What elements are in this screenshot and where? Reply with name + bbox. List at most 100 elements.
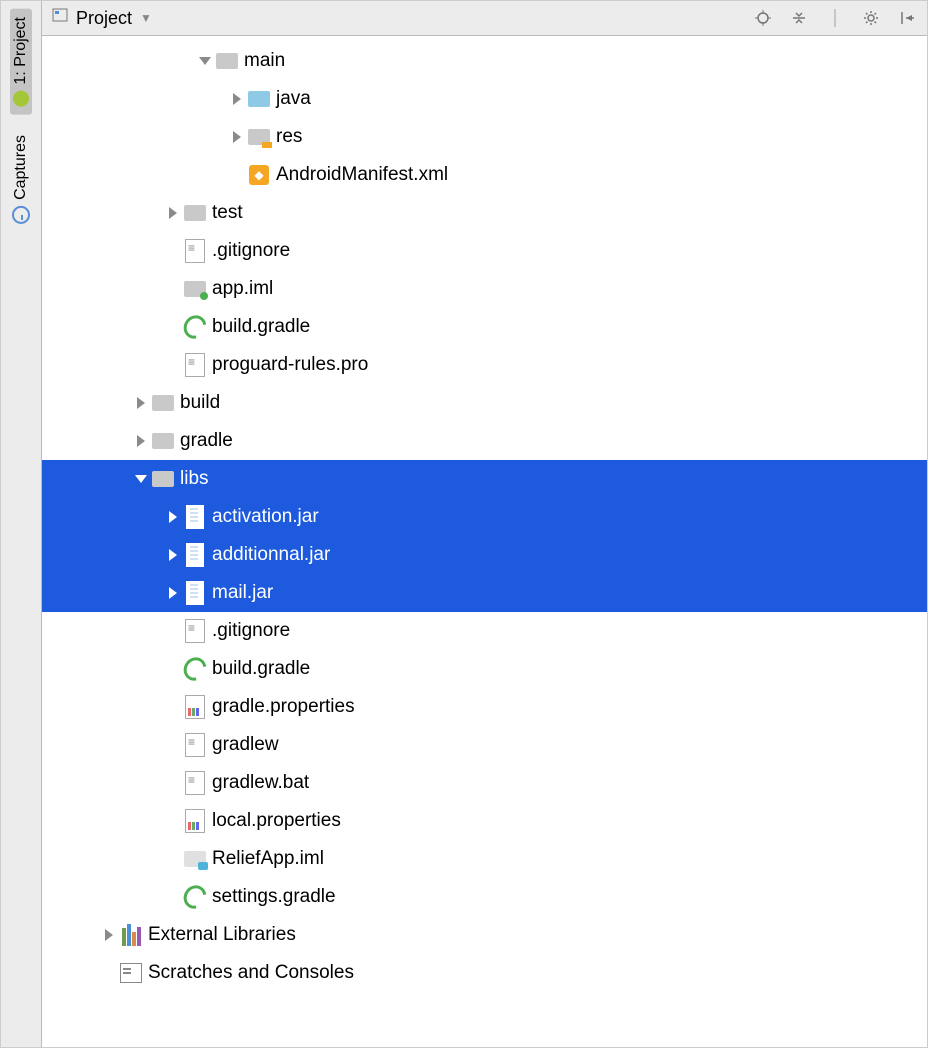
expand-toggle[interactable] [230, 93, 248, 105]
chevron-down-icon: ▼ [140, 11, 152, 25]
chevron-right-icon [137, 435, 145, 447]
expand-toggle[interactable] [102, 929, 120, 941]
tree-row[interactable]: app.iml [42, 270, 927, 308]
tree-row[interactable]: local.properties [42, 802, 927, 840]
tree-item-label: res [276, 126, 302, 148]
tree-item-label: settings.gradle [212, 886, 336, 908]
left-tool-tabs: 1: Project Captures [1, 1, 42, 1047]
side-tab-captures[interactable]: Captures [12, 129, 30, 230]
module-icon [184, 848, 206, 870]
tree-row[interactable]: External Libraries [42, 916, 927, 954]
tree-row[interactable]: settings.gradle [42, 878, 927, 916]
tree-item-label: test [212, 202, 243, 224]
tree-row[interactable]: ◆AndroidManifest.xml [42, 156, 927, 194]
tree-row[interactable]: gradle [42, 422, 927, 460]
tree-row[interactable]: test [42, 194, 927, 232]
tree-item-label: .gitignore [212, 620, 290, 642]
text-file-icon [184, 354, 206, 376]
tree-row[interactable]: java [42, 80, 927, 118]
text-file-icon [184, 734, 206, 756]
tree-row[interactable]: Scratches and Consoles [42, 954, 927, 992]
side-tab-project[interactable]: 1: Project [10, 9, 32, 115]
target-icon[interactable] [753, 8, 773, 28]
tree-row[interactable]: build.gradle [42, 650, 927, 688]
project-tree[interactable]: main java res ◆AndroidManifest.xml test .giti… [42, 36, 927, 1047]
folder-icon [248, 88, 270, 110]
ide-project-panel: 1: Project Captures Project ▼ | m [0, 0, 928, 1048]
text-file-icon [184, 772, 206, 794]
project-view-icon [52, 7, 68, 29]
panel-header-left[interactable]: Project ▼ [52, 7, 152, 29]
properties-file-icon [184, 696, 206, 718]
expand-toggle[interactable] [134, 397, 152, 409]
chevron-right-icon [169, 511, 177, 523]
chevron-right-icon [233, 131, 241, 143]
gradle-icon [184, 886, 206, 908]
tree-row[interactable]: mail.jar [42, 574, 927, 612]
android-studio-icon [13, 91, 29, 107]
divider: | [825, 8, 845, 28]
hide-icon[interactable] [897, 8, 917, 28]
expand-toggle[interactable] [166, 549, 184, 561]
tree-item-label: additionnal.jar [212, 544, 330, 566]
tree-item-label: AndroidManifest.xml [276, 164, 448, 186]
tree-row[interactable]: ReliefApp.iml [42, 840, 927, 878]
tree-row[interactable]: .gitignore [42, 612, 927, 650]
tree-row[interactable]: main [42, 42, 927, 80]
chevron-right-icon [105, 929, 113, 941]
expand-toggle[interactable] [134, 475, 152, 483]
panel-header-actions: | [753, 8, 917, 28]
tree-item-label: ReliefApp.iml [212, 848, 324, 870]
chevron-right-icon [137, 397, 145, 409]
tree-row[interactable]: gradlew [42, 726, 927, 764]
tree-item-label: gradle.properties [212, 696, 355, 718]
expand-toggle[interactable] [166, 511, 184, 523]
panel-header: Project ▼ | [42, 1, 927, 36]
tree-row[interactable]: libs [42, 460, 927, 498]
expand-toggle[interactable] [166, 587, 184, 599]
chevron-right-icon [169, 207, 177, 219]
tree-row[interactable]: build.gradle [42, 308, 927, 346]
external-libraries-icon [120, 924, 142, 946]
jar-file-icon [184, 582, 206, 604]
chevron-right-icon [233, 93, 241, 105]
tree-item-label: proguard-rules.pro [212, 354, 368, 376]
module-icon [184, 278, 206, 300]
tree-item-label: libs [180, 468, 209, 490]
gear-icon[interactable] [861, 8, 881, 28]
text-file-icon [184, 240, 206, 262]
tree-item-label: gradlew [212, 734, 279, 756]
tree-item-label: java [276, 88, 311, 110]
chevron-right-icon [169, 549, 177, 561]
expand-toggle[interactable] [134, 435, 152, 447]
scratches-icon [120, 962, 142, 984]
expand-toggle[interactable] [198, 57, 216, 65]
side-tab-project-label: 1: Project [12, 17, 30, 85]
jar-file-icon [184, 506, 206, 528]
expand-toggle[interactable] [230, 131, 248, 143]
collapse-icon[interactable] [789, 8, 809, 28]
gradle-icon [184, 658, 206, 680]
text-file-icon [184, 620, 206, 642]
tree-row[interactable]: build [42, 384, 927, 422]
res-folder-icon [248, 126, 270, 148]
folder-icon [152, 430, 174, 452]
tree-row[interactable]: gradlew.bat [42, 764, 927, 802]
tree-row[interactable]: proguard-rules.pro [42, 346, 927, 384]
jar-file-icon [184, 544, 206, 566]
panel-view-title: Project [76, 8, 132, 29]
chevron-down-icon [135, 475, 147, 483]
tree-item-label: build.gradle [212, 658, 310, 680]
stopwatch-icon [12, 206, 30, 224]
tree-row[interactable]: additionnal.jar [42, 536, 927, 574]
folder-icon [152, 468, 174, 490]
tree-row[interactable]: gradle.properties [42, 688, 927, 726]
folder-icon [152, 392, 174, 414]
folder-icon [216, 50, 238, 72]
gradle-icon [184, 316, 206, 338]
tree-row[interactable]: activation.jar [42, 498, 927, 536]
tree-row[interactable]: res [42, 118, 927, 156]
tree-row[interactable]: .gitignore [42, 232, 927, 270]
expand-toggle[interactable] [166, 207, 184, 219]
properties-file-icon [184, 810, 206, 832]
